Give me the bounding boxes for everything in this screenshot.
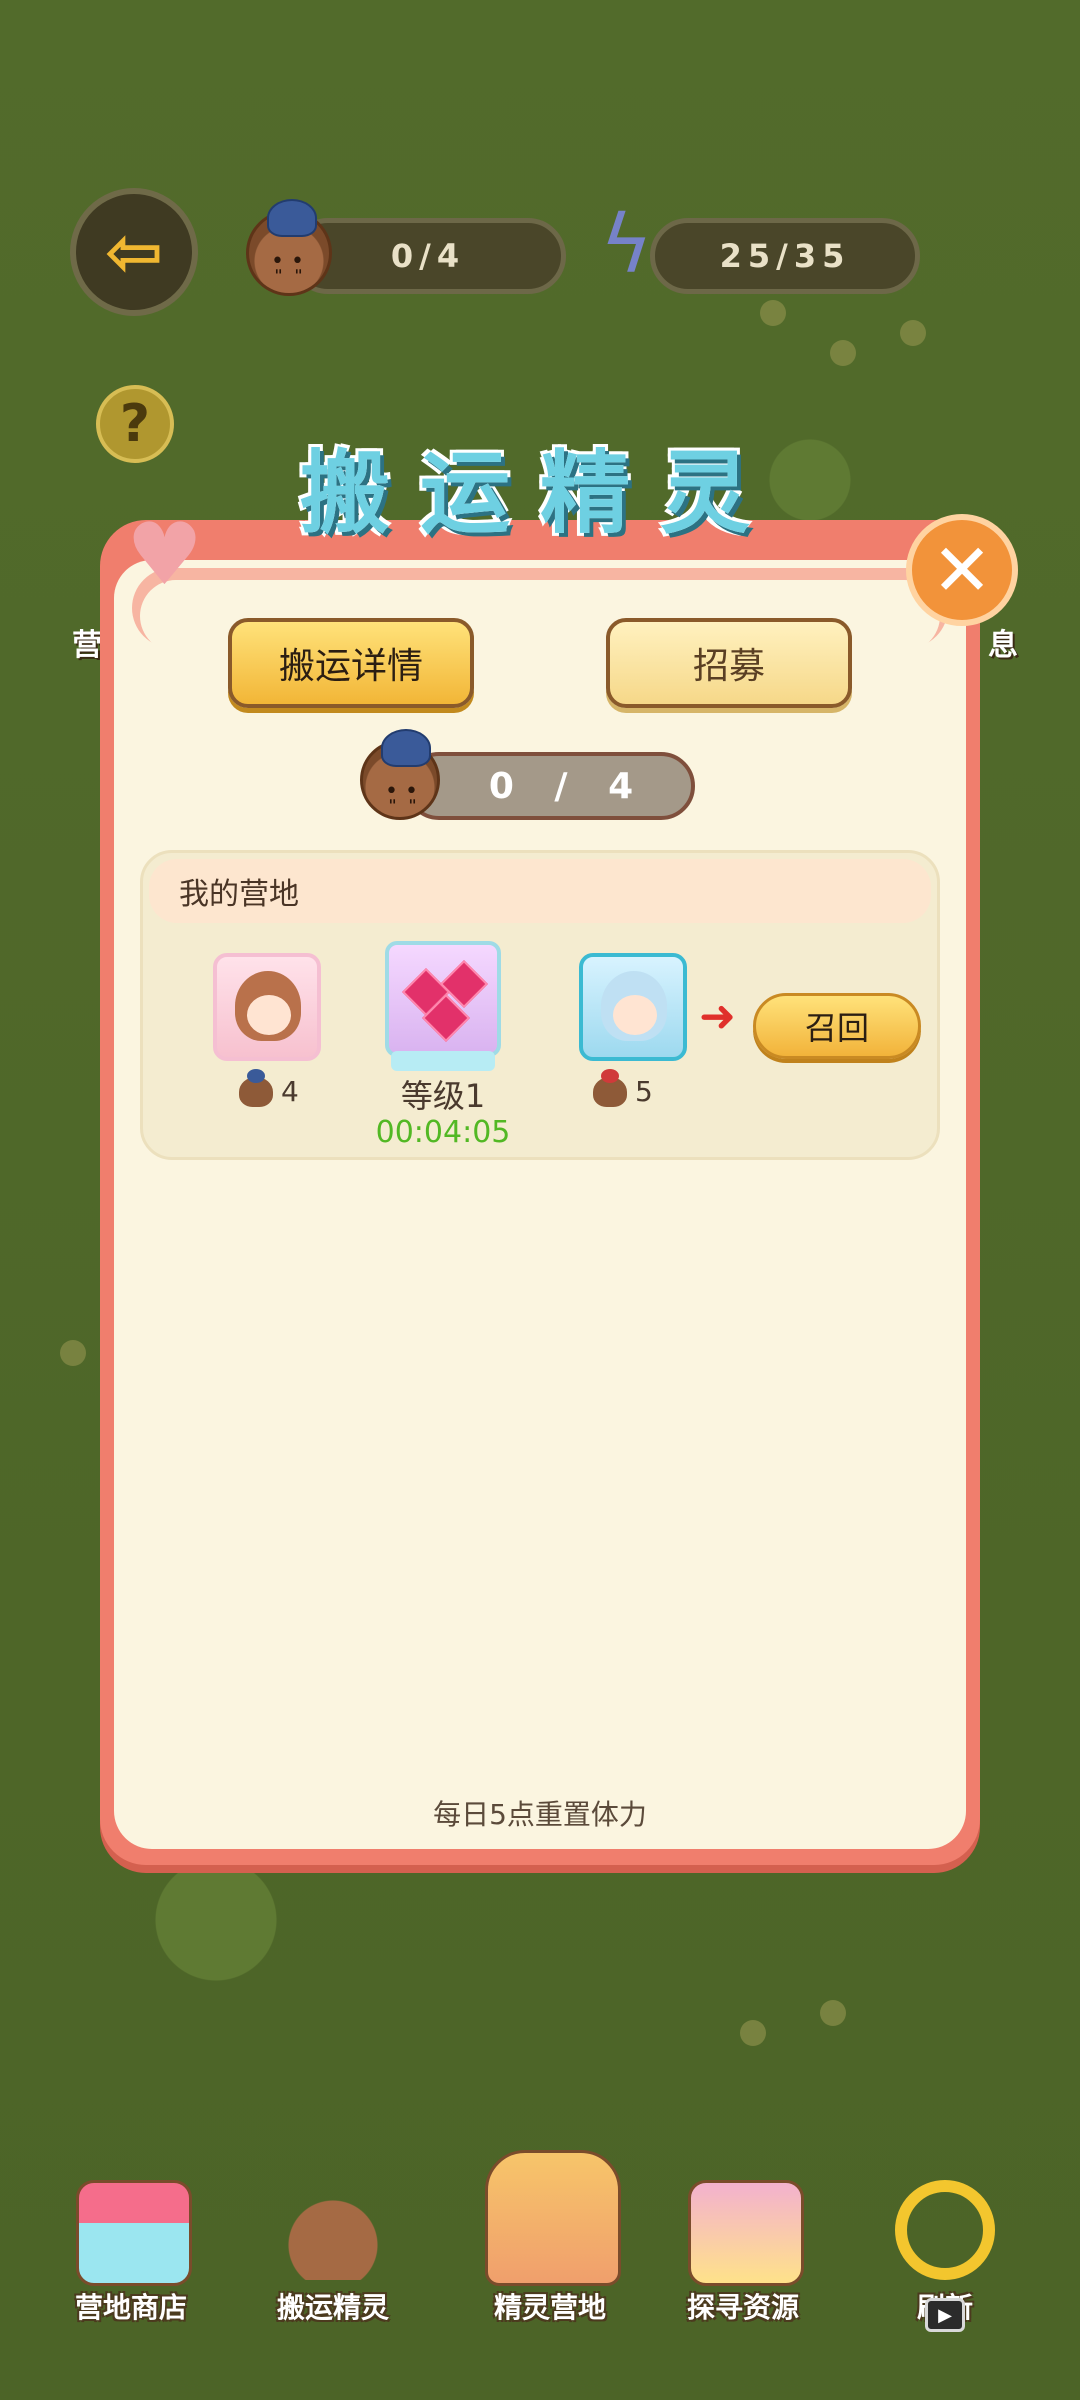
recall-button[interactable]: 召回 xyxy=(753,993,921,1059)
sprite-portrait-right[interactable] xyxy=(579,953,687,1061)
carrier-mascot-icon: •͈ •͈ xyxy=(360,729,440,820)
sprite-camp-icon xyxy=(485,2150,621,2286)
back-button[interactable]: ⇦ xyxy=(70,188,198,316)
exit-arrow-icon: ⇦ xyxy=(104,211,164,293)
sprite-portrait-left[interactable] xyxy=(213,953,321,1061)
recall-button-label: 召回 xyxy=(804,1009,869,1047)
dialog-worker-count-value: 0 / 4 xyxy=(488,765,648,807)
flower-decoration xyxy=(830,340,856,366)
nav-explore-resources[interactable]: 探寻资源 xyxy=(668,2170,818,2324)
close-button[interactable]: ✕ xyxy=(906,514,1018,626)
shop-icon xyxy=(76,2180,192,2286)
dialog-worker-count: 0 / 4 xyxy=(405,752,695,820)
carrier-sprite-icon xyxy=(278,2180,388,2280)
explore-resources-icon xyxy=(688,2180,804,2286)
flower-decoration xyxy=(900,320,926,346)
tab-recruit-label: 招募 xyxy=(692,646,765,687)
carrier-mini-red-icon xyxy=(593,1068,627,1107)
flower-decoration xyxy=(760,300,786,326)
carrier-sprite-dialog xyxy=(100,520,980,1865)
nav-camp-shop[interactable]: 营地商店 xyxy=(56,2170,206,2324)
nav-sprite-camp[interactable]: 精灵营地 xyxy=(470,2140,630,2324)
gem-pedestal xyxy=(391,1051,495,1071)
carrier-mini-icon xyxy=(239,1068,273,1107)
close-icon: ✕ xyxy=(931,528,993,612)
resource-timer: 00:04:05 xyxy=(375,1115,511,1150)
heart-icon: ♥ xyxy=(126,505,204,605)
gem-resource-icon[interactable] xyxy=(385,941,501,1057)
nav-camp-shop-label: 营地商店 xyxy=(74,2291,187,2324)
flower-decoration xyxy=(820,2000,846,2026)
reset-note: 每日5点重置体力 xyxy=(433,1798,647,1831)
side-label-right: 息 xyxy=(988,628,1018,663)
tab-carry-details[interactable]: 搬运详情 xyxy=(228,618,474,708)
energy-counter-value: 25/35 xyxy=(719,237,851,275)
nav-explore-resources-label: 探寻资源 xyxy=(686,2291,799,2324)
refresh-icon xyxy=(895,2180,995,2280)
flower-decoration xyxy=(740,2020,766,2046)
right-worker-info: 5 xyxy=(593,1068,653,1108)
tab-recruit[interactable]: 招募 xyxy=(606,618,852,708)
carrier-mascot-icon: •͈ •͈ xyxy=(246,199,332,296)
video-ad-icon[interactable]: ▶ xyxy=(925,2298,965,2332)
left-worker-count: 4 xyxy=(281,1075,299,1108)
nav-carrier-sprite-label: 搬运精灵 xyxy=(276,2291,389,2324)
resource-level: 等级1 xyxy=(400,1077,486,1115)
nav-carrier-sprite[interactable]: 搬运精灵 xyxy=(258,2170,408,2324)
right-worker-count: 5 xyxy=(635,1075,653,1108)
left-worker-info: 4 xyxy=(239,1068,299,1108)
flower-decoration xyxy=(60,1340,86,1366)
red-arrow-icon: ➜ xyxy=(699,991,736,1042)
tab-carry-details-label: 搬运详情 xyxy=(278,646,423,687)
worker-counter-value: 0/4 xyxy=(390,237,466,275)
side-label-left: 营 xyxy=(72,628,102,663)
lightning-icon: ϟ xyxy=(600,198,653,291)
my-camp-panel: 我的营地 4 等级1 00:04:05 5 ➜ 召回 xyxy=(140,850,940,1160)
energy-counter: 25/35 xyxy=(650,218,920,294)
camp-header: 我的营地 xyxy=(149,859,931,923)
nav-sprite-camp-label: 精灵营地 xyxy=(493,2291,606,2324)
